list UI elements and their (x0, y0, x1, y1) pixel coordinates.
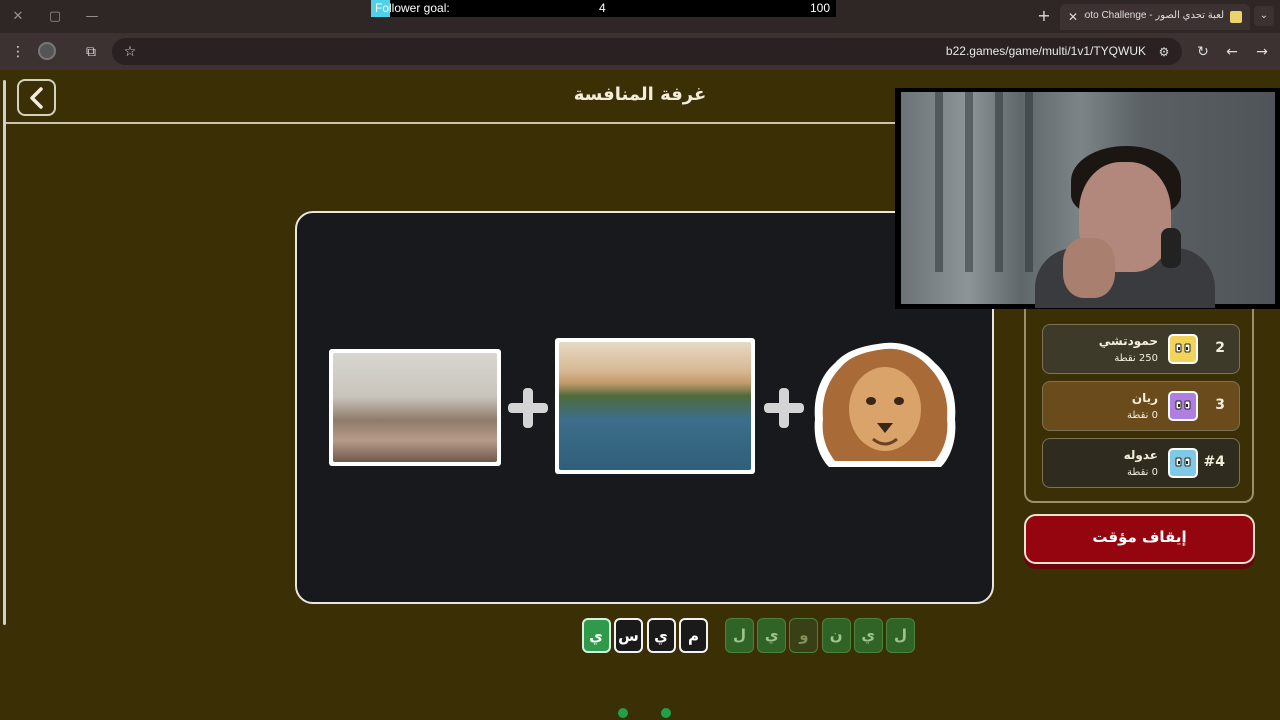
letter-pick-tile[interactable]: ن (821, 618, 851, 653)
menu-icon[interactable]: ⋮ (8, 42, 28, 62)
new-tab-button[interactable]: + (1034, 6, 1054, 26)
tab-favicon-icon (1230, 11, 1242, 23)
puzzle-image-river (555, 338, 755, 474)
letter-pick-tile[interactable]: ي (853, 618, 883, 653)
puzzle-image-office (329, 349, 501, 466)
player-rank: 3 (1215, 397, 1225, 413)
back-button[interactable] (17, 79, 56, 116)
letter-pick-tile[interactable]: ل (886, 618, 915, 653)
reload-icon[interactable]: ↻ (1193, 42, 1213, 62)
answer-letter-slot[interactable]: م (679, 618, 708, 653)
tab-close-icon[interactable]: ✕ (1066, 8, 1080, 26)
address-bar[interactable]: ☆ b22.games/game/multi/1v1/TYQWUK ⚙ (112, 38, 1182, 65)
follower-goal-target: 100 (809, 1, 830, 15)
avatar (1168, 448, 1198, 478)
site-settings-icon[interactable]: ⚙ (1154, 42, 1174, 62)
window-close-icon[interactable]: ✕ (7, 6, 29, 28)
leaderboard-row: 2 حمودتشي 250 نقطة (1042, 324, 1240, 374)
bookmark-star-icon[interactable]: ☆ (120, 42, 140, 62)
leaderboard-row: 3 ريان 0 نقطة (1042, 381, 1240, 431)
pagination-dot-active[interactable] (618, 708, 628, 718)
avatar (1168, 334, 1198, 364)
plus-icon (506, 386, 550, 430)
profile-avatar[interactable] (38, 42, 56, 60)
chevron-left-icon (30, 87, 43, 109)
player-name: ريان (1131, 391, 1158, 405)
player-points: 0 نقطة (1127, 467, 1158, 478)
letter-pick-tile[interactable]: ي (757, 618, 787, 653)
answer-letter-slot[interactable]: ي (581, 618, 611, 653)
avatar (1168, 391, 1198, 421)
forward-arrow-icon[interactable]: → (1252, 42, 1272, 62)
pagination-dot[interactable] (661, 708, 671, 718)
letter-pick-tile[interactable]: و (789, 618, 819, 653)
player-rank: #4 (1203, 454, 1225, 470)
back-arrow-icon[interactable]: ← (1222, 42, 1242, 62)
tab-title: لعبة تحدي الصور - Photo Challenge (1084, 10, 1224, 21)
pause-timer-button[interactable]: إيقاف مؤقت (1024, 514, 1255, 564)
scrollbar[interactable] (3, 80, 6, 625)
window-restore-icon[interactable]: ▢ (44, 6, 66, 28)
page-title: غرفة المنافسة (573, 84, 707, 105)
player-name: حمودتشي (1098, 334, 1158, 348)
answer-letter-slot[interactable]: ي (646, 618, 676, 653)
tab-search-button[interactable]: ⌄ (1254, 6, 1274, 26)
puzzle-image-lion (814, 342, 956, 467)
letter-pick-tile[interactable]: ل (725, 618, 754, 653)
webcam-overlay (895, 88, 1280, 309)
answer-letter-slot[interactable]: س (614, 618, 643, 653)
address-url[interactable]: b22.games/game/multi/1v1/TYQWUK (946, 44, 1146, 58)
player-points: 250 نقطة (1114, 353, 1158, 364)
leaderboard-row: #4 عدوله 0 نقطة (1042, 438, 1240, 488)
browser-tab-strip: ✕ ▢ — Follower goal: 4 100 + ✕ لعبة تحدي… (0, 0, 1280, 33)
follower-goal-label: Follower goal: (375, 1, 450, 15)
window-minimize-icon[interactable]: — (81, 6, 103, 28)
follower-goal-bar: Follower goal: 4 100 (371, 0, 836, 17)
player-name: عدوله (1123, 448, 1158, 462)
player-points: 0 نقطة (1127, 410, 1158, 421)
browser-tab[interactable]: ✕ لعبة تحدي الصور - Photo Challenge (1060, 4, 1250, 30)
player-rank: 2 (1215, 340, 1225, 356)
puzzle-card (295, 211, 994, 604)
header-divider (6, 122, 896, 124)
plus-icon (762, 386, 806, 430)
extensions-icon[interactable]: ⧉ (81, 42, 101, 62)
follower-goal-current: 4 (599, 1, 606, 15)
